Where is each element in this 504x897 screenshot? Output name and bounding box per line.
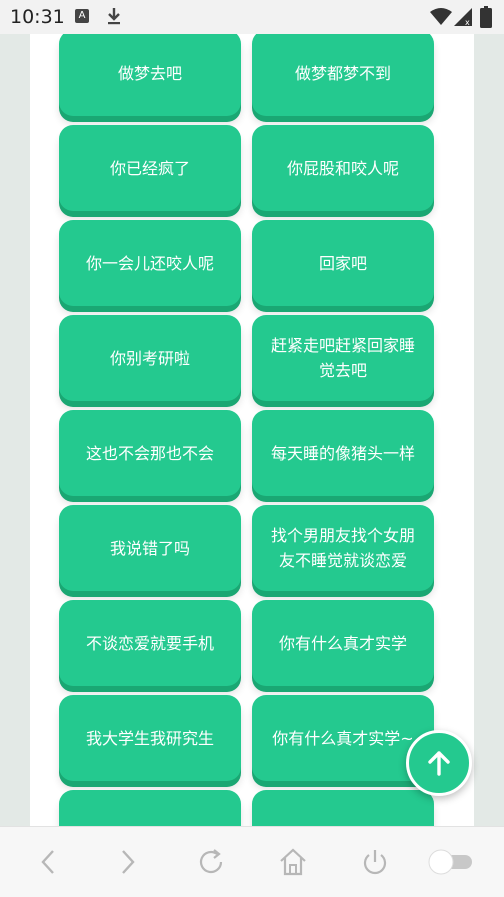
- sound-button[interactable]: 找个男朋友找个女朋友不睡觉就谈恋爱: [252, 505, 434, 591]
- signal-icon: x: [454, 8, 472, 26]
- sound-button[interactable]: 赶紧走吧赶紧回家睡觉去吧: [252, 315, 434, 401]
- sound-button[interactable]: 每天睡的像猪头一样: [252, 410, 434, 496]
- status-time: 10:31: [10, 6, 65, 28]
- sound-button-label: 你已经疯了: [109, 158, 190, 178]
- sound-button[interactable]: 你一会儿还咬人呢: [59, 220, 241, 306]
- sound-button[interactable]: [59, 790, 241, 826]
- sound-button-label: 做梦都梦不到: [294, 63, 391, 83]
- sound-button-label: 我说错了吗: [109, 538, 190, 558]
- scroll-to-top-button[interactable]: [406, 730, 472, 796]
- wifi-icon: [430, 8, 452, 25]
- sound-button-label: 你屁股和咬人呢: [286, 158, 399, 178]
- sound-button[interactable]: 回家吧: [252, 220, 434, 306]
- sound-button-label: 你一会儿还咬人呢: [85, 253, 214, 273]
- sound-button[interactable]: 你别考研啦: [59, 315, 241, 401]
- back-icon[interactable]: [36, 847, 60, 877]
- browser-nav-bar: [0, 826, 504, 897]
- sound-button-label: 不谈恋爱就要手机: [85, 633, 214, 653]
- sound-button-label: 每天睡的像猪头一样: [270, 443, 415, 463]
- status-bar: 10:31 A x: [0, 0, 504, 34]
- power-icon[interactable]: [360, 847, 390, 877]
- forward-icon[interactable]: [116, 847, 140, 877]
- sound-button[interactable]: 我大学生我研究生: [59, 695, 241, 781]
- sound-button-label: 你有什么真才实学: [278, 633, 407, 653]
- sound-button-label: 我大学生我研究生: [85, 728, 214, 748]
- svg-text:x: x: [465, 18, 470, 26]
- sound-button-label: 赶紧走吧赶紧回家睡觉去吧: [270, 336, 415, 380]
- sound-button[interactable]: [252, 790, 434, 826]
- sound-button[interactable]: 你有什么真才实学: [252, 600, 434, 686]
- sound-button-label: 你别考研啦: [109, 348, 190, 368]
- download-icon: [108, 8, 120, 25]
- battery-icon: [480, 6, 492, 28]
- sound-button[interactable]: 这也不会那也不会: [59, 410, 241, 496]
- refresh-icon[interactable]: [196, 847, 226, 877]
- a-icon: A: [75, 9, 89, 23]
- sound-button[interactable]: 我说错了吗: [59, 505, 241, 591]
- home-icon[interactable]: [278, 847, 308, 877]
- sound-button-label: 这也不会那也不会: [85, 443, 214, 463]
- sound-button[interactable]: 做梦去吧: [59, 34, 241, 116]
- toggle-switch[interactable]: [426, 847, 476, 877]
- sound-board-panel: 做梦去吧 做梦都梦不到你已经疯了 你屁股和咬人呢你一会儿还咬人呢 回家吧你别考研啦 赶紧…: [30, 34, 474, 826]
- sound-button[interactable]: 不谈恋爱就要手机: [59, 600, 241, 686]
- sound-button-label: 你有什么真才实学~: [272, 728, 414, 748]
- sound-button[interactable]: 你已经疯了: [59, 125, 241, 211]
- sound-button-label: 做梦去吧: [117, 63, 182, 83]
- sound-button[interactable]: 做梦都梦不到: [252, 34, 434, 116]
- sound-button-label: 找个男朋友找个女朋友不睡觉就谈恋爱: [270, 526, 415, 570]
- sound-button-label: 回家吧: [318, 253, 367, 273]
- arrow-up-icon: [428, 751, 450, 776]
- sound-button[interactable]: 你屁股和咬人呢: [252, 125, 434, 211]
